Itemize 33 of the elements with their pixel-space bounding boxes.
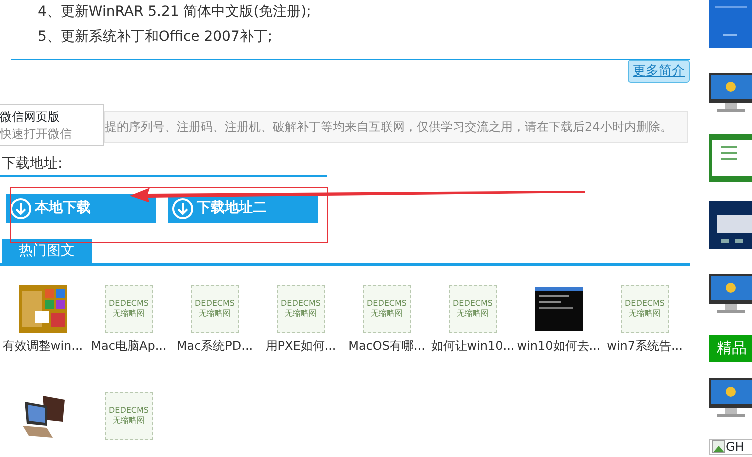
placeholder-text: DEDECMS: [281, 299, 321, 309]
notice-text: 提的序列号、注册码、注册机、破解补丁等均来自互联网，仅供学习交流之用，请在下载后24小时内删除。: [104, 111, 688, 143]
sidebar-heading: 精品: [709, 335, 752, 362]
placeholder-text: DEDECMS: [195, 299, 235, 309]
placeholder-text: 无缩略图: [285, 309, 317, 319]
article-link[interactable]: 有效调整win...: [2, 339, 84, 354]
placeholder-text: DEDECMS: [109, 406, 149, 416]
placeholder-text: 无缩略图: [629, 309, 661, 319]
article-link[interactable]: 用PXE如何...: [266, 339, 336, 354]
placeholder-text: DEDECMS: [625, 299, 665, 309]
article-link[interactable]: win10如何去...: [517, 339, 601, 354]
article-link[interactable]: MacOS有哪...: [348, 339, 426, 354]
text-line: 5、更新系统补丁和Office 2007补丁;: [38, 28, 274, 47]
placeholder-text: 无缩略图: [199, 309, 231, 319]
placeholder-text: 无缩略图: [113, 309, 145, 319]
download-icon: [10, 198, 32, 220]
article-link[interactable]: Mac系统PD...: [176, 339, 254, 354]
popup-title: 微信网页版: [0, 109, 61, 126]
placeholder-text: 无缩略图: [113, 416, 145, 426]
section-heading: 下载地址:: [0, 155, 327, 177]
placeholder-text: DEDECMS: [367, 299, 407, 309]
image-alt-text: GH: [726, 439, 744, 456]
article-link[interactable]: win7系统告...: [607, 339, 683, 354]
article-link[interactable]: Mac电脑Ap...: [91, 339, 167, 354]
placeholder-text: 无缩略图: [457, 309, 489, 319]
text-line: 4、更新WinRAR 5.21 简体中文版(免注册);: [38, 3, 312, 22]
article-link[interactable]: 如何让win10...: [431, 339, 515, 354]
placeholder-text: DEDECMS: [453, 299, 493, 309]
placeholder-text: 无缩略图: [371, 309, 403, 319]
placeholder-text: DEDECMS: [109, 299, 149, 309]
popup-subtitle: 快速打开微信: [0, 126, 73, 143]
download-icon: [172, 198, 194, 220]
broken-image-icon: [712, 440, 726, 454]
